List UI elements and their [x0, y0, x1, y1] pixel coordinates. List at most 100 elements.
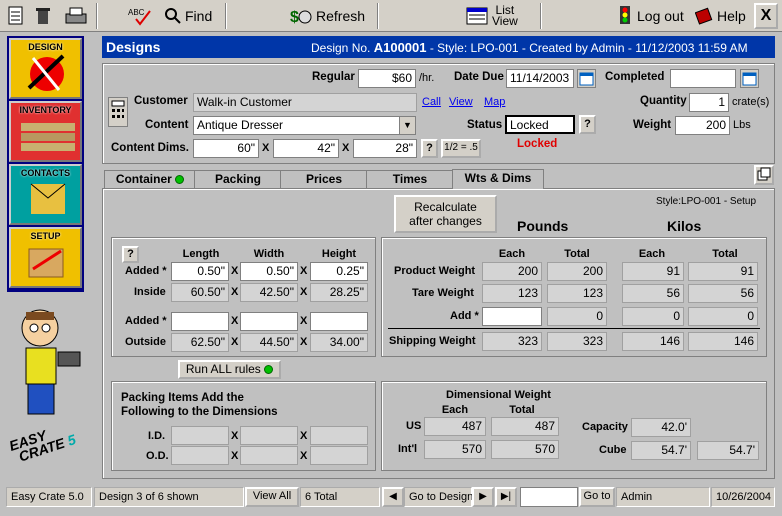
status-dot-icon [175, 175, 185, 185]
calculator-icon[interactable] [108, 97, 128, 127]
customer-field[interactable]: Walk-in Customer [193, 93, 417, 112]
go-to-input[interactable] [520, 487, 578, 507]
previous-record-button[interactable]: ◀ [382, 487, 404, 507]
times-icon: X [300, 450, 308, 462]
shipping-weight-lb-total: 323 [547, 332, 607, 351]
total-count: 6 Total [300, 487, 380, 507]
dims-help-button[interactable]: ? [421, 139, 438, 158]
list-view-button[interactable]: List View [466, 3, 518, 29]
tare-weight-lb-total: 123 [547, 284, 607, 303]
status-field[interactable]: Locked [505, 115, 575, 134]
dimensional-weight-title: Dimensional Weight [446, 389, 551, 401]
regular-rate-field[interactable]: $60 [358, 69, 416, 88]
recalculate-button[interactable]: Recalculate after changes [394, 195, 497, 233]
refresh-button[interactable]: $ Refresh [290, 3, 365, 29]
lb-each-header: Each [498, 248, 526, 260]
cube-metric-field: 54.7' [697, 441, 759, 460]
added-outer-length-field[interactable] [171, 312, 229, 331]
added-outer-height-field[interactable] [310, 312, 368, 331]
half-conversion-button[interactable]: 1/2 = .5 [441, 139, 481, 158]
weight-field[interactable]: 200 [675, 116, 730, 135]
run-rules-label: Run ALL rules [185, 362, 261, 376]
product-weight-kg-total: 91 [688, 262, 758, 281]
tare-weight-lb-each: 123 [482, 284, 542, 303]
add-weight-lb-total: 0 [547, 307, 607, 326]
design-no-prefix: Design No. [311, 41, 371, 55]
tab-prices[interactable]: Prices [280, 170, 368, 188]
add-weight-lb-each[interactable] [482, 307, 542, 326]
arrow-right-icon: ▶ [479, 491, 487, 502]
content-select[interactable]: Antique Dresser ▼ [193, 116, 416, 135]
outside-length-field: 62.50" [171, 333, 229, 352]
tab-label: Wts & Dims [464, 171, 532, 185]
weight-label: Weight [633, 119, 672, 131]
refresh-icon: $ [290, 9, 312, 26]
map-link[interactable]: Map [484, 96, 505, 108]
dim-each-header: Each [441, 404, 469, 416]
times-icon: X [342, 142, 350, 154]
intl-each-field: 570 [424, 440, 486, 459]
call-link[interactable]: Call [422, 96, 441, 108]
sidebar: DESIGN INVENTORY CONTACTS SETUP [7, 36, 84, 292]
new-record-icon[interactable] [7, 3, 25, 29]
dimensions-help-button[interactable]: ? [122, 246, 139, 263]
status-help-button[interactable]: ? [579, 115, 596, 134]
added-outer-label: Added * [125, 315, 167, 327]
content-dim-height[interactable]: 28" [353, 139, 417, 158]
tab-times[interactable]: Times [366, 170, 454, 188]
last-record-button[interactable]: ▶| [495, 487, 517, 507]
od-width-field [240, 446, 298, 465]
sidebar-item-setup[interactable]: SETUP [9, 227, 82, 288]
sidebar-item-design[interactable]: DESIGN [9, 38, 82, 99]
close-button[interactable]: X [754, 3, 778, 29]
trash-icon[interactable] [35, 3, 51, 29]
sidebar-item-label: SETUP [30, 231, 61, 241]
tab-container[interactable]: Container [104, 170, 196, 188]
times-icon: X [231, 450, 239, 462]
quantity-field[interactable]: 1 [689, 93, 729, 112]
tab-wts-dims[interactable]: Wts & Dims [452, 169, 544, 189]
tare-weight-label: Tare Weight [412, 287, 474, 299]
app-version: Easy Crate 5.0 [6, 487, 92, 507]
added-length-field[interactable]: 0.50" [171, 262, 229, 281]
tab-packing[interactable]: Packing [194, 170, 282, 188]
print-icon[interactable] [64, 3, 88, 29]
date-due-field[interactable]: 11/14/2003 [506, 69, 574, 88]
id-width-field [240, 426, 298, 445]
shipping-weight-kg-each: 146 [622, 332, 684, 351]
calendar-icon[interactable] [740, 69, 759, 88]
completed-field[interactable] [670, 69, 736, 88]
run-all-rules-button[interactable]: Run ALL rules [178, 360, 281, 379]
find-button[interactable]: Find [165, 3, 212, 29]
added-outer-width-field[interactable] [240, 312, 298, 331]
view-all-button[interactable]: View All [245, 487, 299, 507]
regular-rate-unit: /hr. [419, 72, 435, 84]
sidebar-item-contacts[interactable]: CONTACTS [9, 164, 82, 225]
product-weight-label: Product Weight [394, 265, 476, 277]
next-record-button[interactable]: ▶ [472, 487, 494, 507]
shipping-weight-kg-total: 146 [688, 332, 758, 351]
copy-windows-icon[interactable] [754, 165, 774, 185]
sidebar-item-inventory[interactable]: INVENTORY [9, 101, 82, 162]
inside-width-field: 42.50" [240, 283, 298, 302]
calendar-icon[interactable] [577, 69, 596, 88]
arrow-last-icon: ▶| [500, 491, 512, 502]
content-dim-width[interactable]: 42" [273, 139, 339, 158]
added-width-field[interactable]: 0.50" [240, 262, 298, 281]
design-info: Design No. A100001 - Style: LPO-001 - Cr… [311, 40, 748, 55]
content-dim-length[interactable]: 60" [193, 139, 259, 158]
go-to-button[interactable]: Go to [579, 487, 615, 507]
chevron-down-icon[interactable]: ▼ [399, 117, 415, 134]
locked-status-text: Locked [517, 138, 558, 150]
design-info-suffix: - Style: LPO-001 - Created by Admin - 11… [429, 41, 748, 55]
od-label: O.D. [146, 450, 169, 462]
refresh-label: Refresh [316, 8, 366, 24]
tab-label: Container [115, 172, 172, 186]
tare-weight-kg-each: 56 [622, 284, 684, 303]
added-height-field[interactable]: 0.25" [310, 262, 368, 281]
record-position: Design 3 of 6 shown [94, 487, 244, 507]
view-link[interactable]: View [449, 96, 473, 108]
spellcheck-icon[interactable]: ABC [128, 3, 154, 29]
help-button[interactable]: Help [695, 3, 746, 29]
log-out-button[interactable]: Log out [617, 3, 684, 29]
